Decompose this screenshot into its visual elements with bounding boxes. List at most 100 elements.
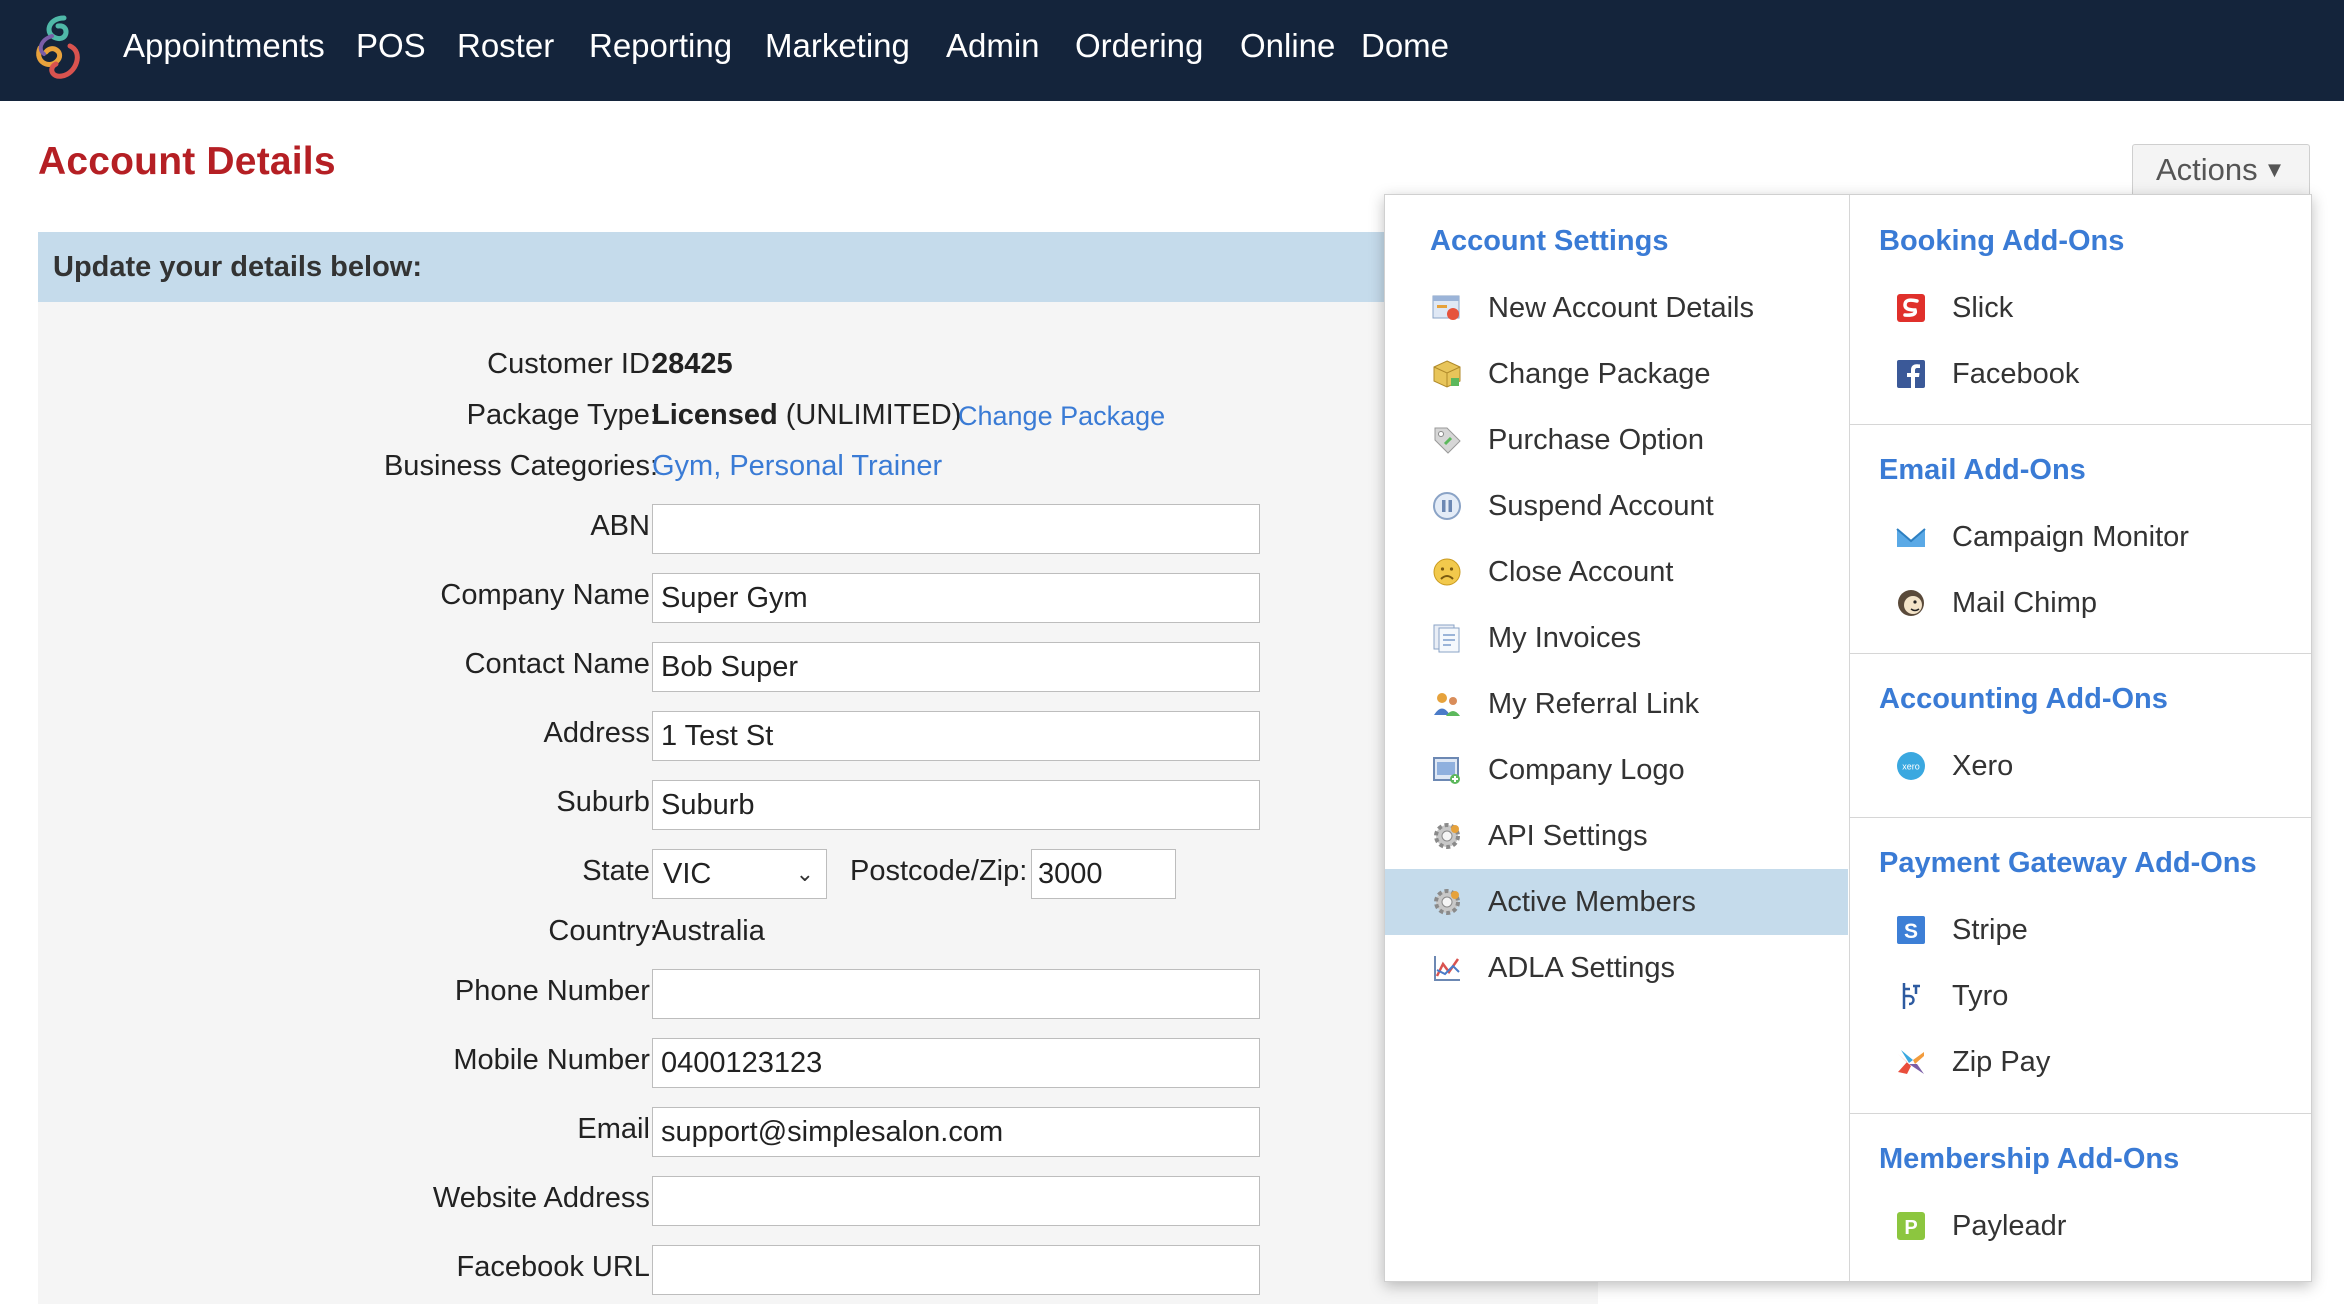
company-name-label: Company Name: (440, 579, 658, 611)
menu-item-change-package[interactable]: Change Package (1385, 341, 1848, 407)
menu-item-purchase-option[interactable]: Purchase Option (1385, 407, 1848, 473)
nav-online[interactable]: Online (1240, 0, 1335, 101)
email-input[interactable] (652, 1107, 1260, 1157)
menu-item-campaign-monitor[interactable]: Campaign Monitor (1850, 504, 2311, 570)
chart-icon (1434, 956, 1460, 981)
email-addons-heading: Email Add-Ons (1879, 454, 2086, 486)
nav-roster[interactable]: Roster (457, 0, 554, 101)
menu-item-stripe[interactable]: S Stripe (1850, 897, 2311, 963)
suburb-label: Suburb: (556, 786, 658, 818)
account-settings-heading: Account Settings (1430, 225, 1669, 257)
state-value: VIC (663, 858, 712, 890)
divider (1850, 653, 2311, 654)
tyro-icon (1902, 983, 1920, 1009)
phone-input[interactable] (652, 969, 1260, 1019)
phone-label: Phone Number: (454, 975, 658, 1007)
menu-item-company-logo[interactable]: Company Logo (1385, 737, 1848, 803)
zip-pay-icon (1898, 1050, 1924, 1074)
tag-icon (1434, 427, 1461, 454)
mobile-label: Mobile Number: (453, 1044, 658, 1076)
mailchimp-icon (1898, 590, 1924, 616)
menu-item-my-invoices[interactable]: My Invoices (1385, 605, 1848, 671)
sad-face-icon (1433, 558, 1461, 586)
mobile-input[interactable] (652, 1038, 1260, 1088)
abn-input[interactable] (652, 504, 1260, 554)
postcode-label: Postcode/Zip: (850, 855, 1028, 887)
logo-image-icon (1433, 757, 1460, 784)
actions-button[interactable]: Actions ▼ (2132, 144, 2310, 194)
email-label: Email: (577, 1113, 658, 1145)
gear-icon (1434, 889, 1460, 915)
customer-id-label: Customer ID: (487, 348, 658, 380)
actions-label: Actions (2156, 152, 2258, 187)
nav-admin[interactable]: Admin (946, 0, 1040, 101)
campaign-monitor-icon (1896, 528, 1926, 547)
referral-icon (1434, 693, 1460, 716)
menu-item-payleadr[interactable]: P Payleadr (1850, 1193, 2311, 1259)
menu-item-my-referral-link[interactable]: My Referral Link (1385, 671, 1848, 737)
payment-addons-heading: Payment Gateway Add-Ons (1879, 847, 2257, 879)
add-ons-column: Booking Add-Ons Slick Facebook Email Add… (1850, 195, 2311, 1281)
postcode-input[interactable] (1031, 849, 1176, 899)
menu-item-api-settings[interactable]: API Settings (1385, 803, 1848, 869)
form-body: Customer ID: 28425 Package Type: License… (38, 302, 1598, 1304)
business-categories-label: Business Categories: (383, 450, 658, 482)
page-title: Account Details (38, 140, 336, 183)
menu-item-xero[interactable]: xero Xero (1850, 733, 2311, 799)
menu-item-zip-pay[interactable]: Zip Pay (1850, 1029, 2311, 1095)
account-settings-column: Account Settings New Account Details Cha… (1385, 195, 1850, 1281)
country-value: Australia (652, 915, 765, 947)
svg-text:P: P (1904, 1217, 1917, 1239)
payleadr-icon: P (1897, 1212, 1925, 1240)
facebook-input[interactable] (652, 1245, 1260, 1295)
stripe-icon: S (1897, 916, 1925, 944)
divider (1850, 424, 2311, 425)
website-label: Website Address: (432, 1182, 658, 1214)
divider (1850, 1113, 2311, 1114)
menu-item-suspend-account[interactable]: Suspend Account (1385, 473, 1848, 539)
booking-addons-heading: Booking Add-Ons (1879, 225, 2125, 257)
account-details-icon (1432, 295, 1460, 320)
membership-addons-heading: Membership Add-Ons (1879, 1143, 2180, 1175)
menu-item-adla-settings[interactable]: ADLA Settings (1385, 935, 1848, 1001)
change-package-link[interactable]: Change Package (958, 401, 1165, 432)
contact-name-input[interactable] (652, 642, 1260, 692)
menu-item-close-account[interactable]: Close Account (1385, 539, 1848, 605)
address-label: Address: (543, 717, 658, 749)
xero-icon: xero (1897, 752, 1925, 780)
nav-dome[interactable]: Dome (1361, 0, 1449, 101)
slick-icon (1897, 294, 1925, 322)
customer-id-value: 28425 (652, 348, 733, 380)
menu-item-facebook[interactable]: Facebook (1850, 341, 2311, 407)
menu-item-mail-chimp[interactable]: Mail Chimp (1850, 570, 2311, 636)
svg-text:xero: xero (1902, 762, 1920, 772)
country-label: Country: (548, 915, 658, 947)
suburb-input[interactable] (652, 780, 1260, 830)
abn-label: ABN: (590, 510, 658, 542)
state-label: State: (582, 855, 658, 887)
accounting-addons-heading: Accounting Add-Ons (1879, 683, 2168, 715)
nav-ordering[interactable]: Ordering (1075, 0, 1203, 101)
address-input[interactable] (652, 711, 1260, 761)
nav-appointments[interactable]: Appointments (123, 0, 325, 101)
top-navigation: Appointments POS Roster Reporting Market… (0, 0, 2344, 101)
package-type-value: Licensed (UNLIMITED) (652, 399, 962, 431)
menu-item-active-members[interactable]: Active Members (1385, 869, 1848, 935)
menu-item-slick[interactable]: Slick (1850, 275, 2311, 341)
nav-reporting[interactable]: Reporting (589, 0, 732, 101)
divider (1850, 817, 2311, 818)
website-input[interactable] (652, 1176, 1260, 1226)
nav-marketing[interactable]: Marketing (765, 0, 910, 101)
contact-name-label: Contact Name: (464, 648, 658, 680)
swirl-logo-icon[interactable] (30, 12, 86, 84)
menu-item-new-account-details[interactable]: New Account Details (1385, 275, 1848, 341)
state-select[interactable]: VIC ⌄ (652, 849, 827, 899)
invoices-icon (1433, 624, 1460, 653)
nav-pos[interactable]: POS (356, 0, 426, 101)
actions-menu: Account Settings New Account Details Cha… (1384, 194, 2312, 1282)
company-name-input[interactable] (652, 573, 1260, 623)
pause-icon (1433, 492, 1461, 520)
menu-item-tyro[interactable]: Tyro (1850, 963, 2311, 1029)
business-categories-link[interactable]: Gym, Personal Trainer (652, 450, 942, 483)
chevron-down-icon: ⌄ (795, 861, 814, 886)
